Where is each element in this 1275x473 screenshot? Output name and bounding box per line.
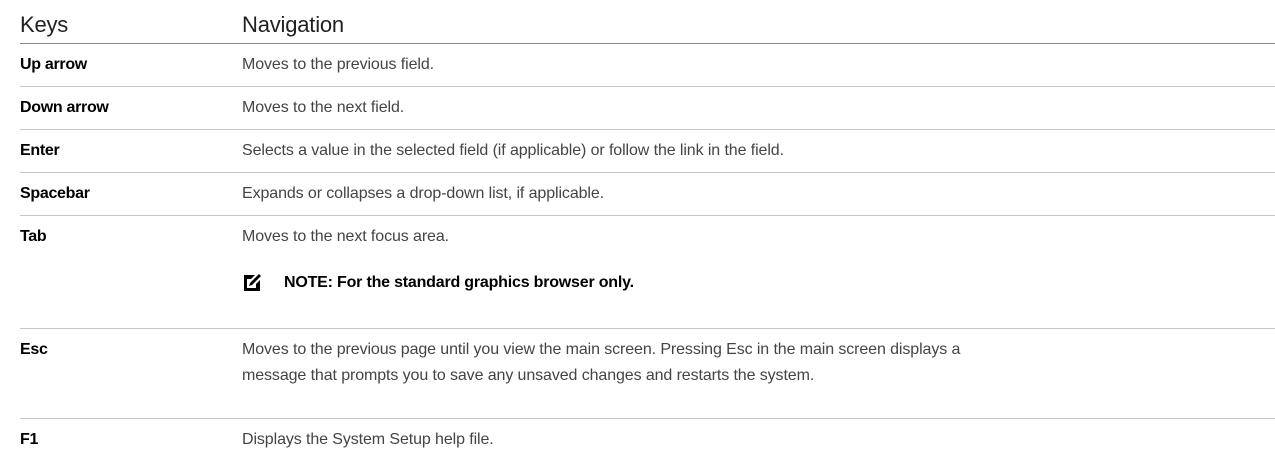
key-name: Tab	[20, 228, 47, 245]
key-description: Expands or collapses a drop-down list, i…	[242, 185, 605, 202]
keys-navigation-table: Keys Navigation Up arrow Moves to the pr…	[20, 0, 1275, 459]
key-name: Esc	[20, 341, 48, 358]
key-description-line: message that prompts you to save any uns…	[242, 367, 815, 384]
key-name: F1	[20, 431, 39, 448]
table-row: Spacebar Expands or collapses a drop-dow…	[20, 173, 1275, 216]
key-name: Down arrow	[20, 99, 109, 116]
key-description-cell: Moves to the next focus area. NOTE: For …	[242, 224, 1275, 296]
key-description: Displays the System Setup help file.	[242, 431, 494, 448]
key-name: Up arrow	[20, 56, 87, 73]
key-description: Moves to the previous field.	[242, 56, 434, 73]
key-description: Selects a value in the selected field (i…	[242, 142, 784, 159]
key-description: Moves to the next focus area.	[242, 228, 449, 245]
key-name: Spacebar	[20, 185, 90, 202]
key-description-line: Moves to the previous page until you vie…	[242, 341, 961, 358]
table-row: F1 Displays the System Setup help file.	[20, 419, 1275, 459]
table-header-row: Keys Navigation	[20, 0, 1275, 44]
pencil-icon	[244, 274, 261, 291]
table-row: Enter Selects a value in the selected fi…	[20, 130, 1275, 173]
note-text: NOTE: For the standard graphics browser …	[284, 274, 634, 291]
key-description: Moves to the next field.	[242, 99, 405, 116]
table-row: Down arrow Moves to the next field.	[20, 87, 1275, 130]
table-row: Tab Moves to the next focus area. NOTE: …	[20, 216, 1275, 329]
table-row: Up arrow Moves to the previous field.	[20, 44, 1275, 87]
key-name: Enter	[20, 142, 60, 159]
note-callout: NOTE: For the standard graphics browser …	[242, 270, 1275, 296]
header-keys: Keys	[20, 12, 69, 37]
table-row: Esc Moves to the previous page until you…	[20, 329, 1275, 419]
header-navigation: Navigation	[242, 12, 344, 37]
key-description-cell: Moves to the previous page until you vie…	[242, 337, 1275, 389]
